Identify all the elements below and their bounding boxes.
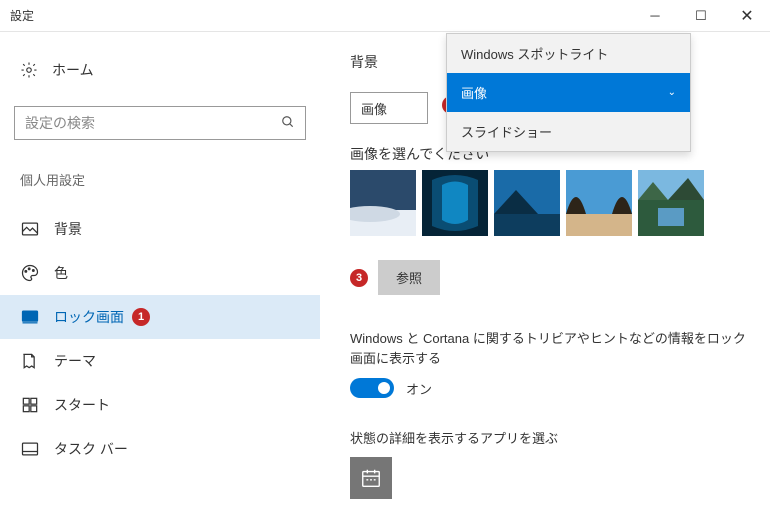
minimize-button[interactable]: ─ bbox=[632, 0, 678, 32]
section-title: 個人用設定 bbox=[0, 162, 320, 197]
browse-button[interactable]: 参照 bbox=[378, 260, 440, 295]
thumbnail-2[interactable] bbox=[422, 170, 488, 236]
nav-label: スタート bbox=[54, 395, 110, 415]
chevron-down-icon: ⌄ bbox=[668, 87, 676, 98]
search-box[interactable] bbox=[14, 106, 306, 140]
gear-icon bbox=[20, 61, 38, 79]
palette-icon bbox=[20, 263, 40, 283]
background-dropdown-menu: Windows スポットライト 画像 ⌄ スライドショー bbox=[446, 33, 691, 152]
sidebar-item-colors[interactable]: 色 bbox=[0, 251, 320, 295]
dropdown-option-slideshow[interactable]: スライドショー bbox=[447, 112, 690, 151]
nav-label: ロック画面 bbox=[54, 307, 124, 327]
home-link[interactable]: ホーム bbox=[0, 52, 320, 88]
dropdown-option-spotlight[interactable]: Windows スポットライト bbox=[447, 34, 690, 73]
nav-label: 背景 bbox=[54, 219, 82, 239]
sidebar-item-themes[interactable]: テーマ bbox=[0, 339, 320, 383]
status-apps-label: 状態の詳細を表示するアプリを選ぶ bbox=[350, 428, 746, 447]
calendar-icon bbox=[360, 467, 382, 489]
trivia-toggle[interactable] bbox=[350, 378, 394, 398]
nav-label: タスク バー bbox=[54, 439, 128, 459]
window-title: 設定 bbox=[0, 7, 632, 24]
nav-label: テーマ bbox=[54, 351, 96, 371]
option-label: 画像 bbox=[461, 83, 487, 102]
maximize-button[interactable]: ☐ bbox=[678, 0, 724, 32]
status-app-tile[interactable] bbox=[350, 457, 392, 499]
thumbnail-5[interactable] bbox=[638, 170, 704, 236]
titlebar: 設定 ─ ☐ ✕ bbox=[0, 0, 770, 32]
sidebar-item-background[interactable]: 背景 bbox=[0, 207, 320, 251]
annotation-badge-3: 3 bbox=[350, 269, 368, 287]
picture-icon bbox=[20, 219, 40, 239]
search-input[interactable] bbox=[25, 115, 281, 131]
lockscreen-icon bbox=[20, 307, 40, 327]
close-button[interactable]: ✕ bbox=[724, 0, 770, 32]
sidebar-item-taskbar[interactable]: タスク バー bbox=[0, 427, 320, 471]
trivia-description: Windows と Cortana に関するトリビアやヒントなどの情報をロック画… bbox=[350, 329, 746, 368]
sidebar-item-start[interactable]: スタート bbox=[0, 383, 320, 427]
thumbnail-4[interactable] bbox=[566, 170, 632, 236]
sidebar: ホーム 個人用設定 背景 色 ロック画面 1 テーマ ス bbox=[0, 32, 320, 513]
start-icon bbox=[20, 395, 40, 415]
home-label: ホーム bbox=[52, 60, 94, 80]
background-dropdown[interactable]: 画像 bbox=[350, 92, 428, 124]
dropdown-option-picture[interactable]: 画像 ⌄ bbox=[447, 73, 690, 112]
image-thumbnails bbox=[350, 170, 746, 236]
taskbar-icon bbox=[20, 439, 40, 459]
thumbnail-3[interactable] bbox=[494, 170, 560, 236]
nav-label: 色 bbox=[54, 263, 68, 283]
thumbnail-1[interactable] bbox=[350, 170, 416, 236]
search-icon bbox=[281, 115, 295, 132]
theme-icon bbox=[20, 351, 40, 371]
toggle-state-label: オン bbox=[406, 379, 432, 398]
sidebar-item-lockscreen[interactable]: ロック画面 1 bbox=[0, 295, 320, 339]
background-section-label: 背景 bbox=[350, 52, 378, 72]
window-controls: ─ ☐ ✕ bbox=[632, 0, 770, 32]
dropdown-selected-label: 画像 bbox=[361, 99, 387, 118]
annotation-badge-1: 1 bbox=[132, 308, 150, 326]
